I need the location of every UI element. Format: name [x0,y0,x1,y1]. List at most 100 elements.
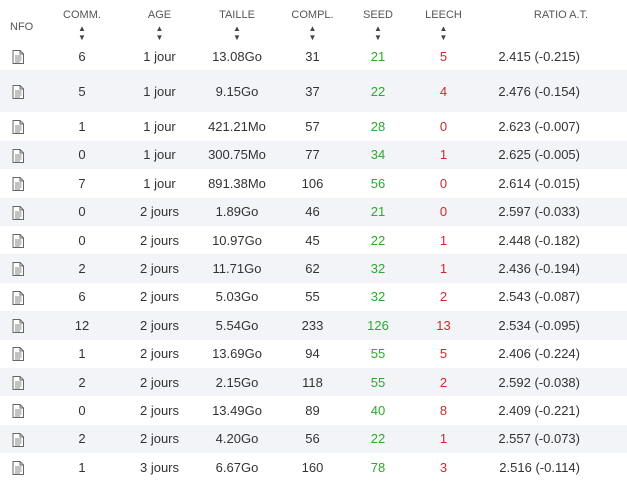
document-icon[interactable] [12,119,24,135]
comm-cell: 0 [78,232,86,248]
ratio-cell: 2.516 (-0.114) [499,459,580,475]
document-icon[interactable] [12,261,24,277]
comm-cell: 7 [78,175,86,191]
age-cell: 1 jour [143,175,176,191]
table-row[interactable]: 7 1 jour 891.38Mo 106 56 0 2.614 (-0.015) [0,169,627,197]
table-row[interactable]: 51 jour 9.15Go 37 22 4 2.476 (-0.154) [0,70,627,113]
document-icon[interactable] [12,459,24,476]
comm-cell: 0 [78,402,86,418]
comm-cell: 2 [38,424,126,454]
leech-cell: 0 [439,175,448,191]
comm-cell: 5 [38,70,126,113]
ratio-cell: 2.409 (-0.221) [498,402,580,418]
leech-cell: 8 [439,402,448,418]
compl-cell: 31 [305,48,320,64]
age-cell: 2 jours [126,424,193,454]
table-row[interactable]: 22 jours 11.71Go 62 32 1 2.436 (-0.194) [0,254,627,283]
sort-icon[interactable]: ▲ ▼ [412,24,475,42]
nfo-cell [0,169,38,197]
sort-icon[interactable]: ▲ ▼ [126,24,193,42]
seed-cell: 34 [344,140,412,170]
taille-cell: 10.97Go [212,232,262,248]
nfo-cell [0,112,38,140]
header-leech[interactable]: LEECH ▲ ▼ [412,0,475,42]
table-row[interactable]: 22 jours 4.20Go 56 22 1 2.557 (-0.073) [0,424,627,454]
nfo-cell [0,226,38,254]
sort-icon[interactable]: ▲ ▼ [281,24,344,42]
header-age[interactable]: AGE ▲ ▼ [126,0,193,42]
header-taille[interactable]: TAILLE ▲ ▼ [193,0,281,42]
sort-icon[interactable]: ▲ ▼ [344,24,412,42]
sort-icon[interactable]: ▲ ▼ [38,24,126,42]
age-cell: 2 jours [126,254,193,283]
comm-cell: 0 [38,197,126,226]
document-icon[interactable] [12,176,24,192]
leech-cell: 5 [439,48,448,64]
age-cell: 1 jour [143,119,176,135]
taille-cell: 13.49Go [212,402,262,418]
leech-cell: 1 [412,424,475,454]
table-row[interactable]: 02 jours 1.89Go 46 21 0 2.597 (-0.033) [0,197,627,226]
document-icon[interactable] [12,431,24,447]
torrent-rows: 61 jour 13.08Go 31 21 5 2.415 (-0.215) 5 1 jour… [0,42,627,481]
age-cell: 2 jours [139,346,180,362]
header-comm[interactable]: COMM. ▲ ▼ [38,0,126,42]
table-row[interactable]: 12 jours 13.69Go 94 55 5 2.406 (-0.224) [0,340,627,368]
ratio-cell: 2.436 (-0.194) [475,254,627,283]
table-row[interactable]: 1 1 jour 421.21Mo 57 28 0 2.623 (-0.007) [0,112,627,140]
seed-cell: 21 [344,197,412,226]
taille-cell: 13.69Go [212,346,262,362]
table-row[interactable]: 0 2 jours 10.97Go 45 22 1 2.448 (-0.182) [0,226,627,254]
leech-cell: 4 [412,70,475,113]
ratio-cell: 2.415 (-0.215) [498,48,580,64]
comm-cell: 6 [78,289,86,305]
nfo-cell [0,70,38,113]
document-icon[interactable] [12,48,24,64]
table-row[interactable]: 12 2 jours 5.54Go 233 126 13 2.534 (-0.095) [0,311,627,340]
seed-cell: 21 [370,48,386,64]
document-icon[interactable] [12,147,24,163]
document-icon[interactable] [12,232,24,248]
document-icon[interactable] [12,403,24,419]
table-row[interactable]: 01 jour 300.75Mo 77 34 1 2.625 (-0.005) [0,140,627,170]
table-row[interactable]: 6 2 jours 5.03Go 55 32 2 2.543 (-0.087) [0,283,627,311]
document-icon[interactable] [12,289,24,305]
compl-cell: 46 [281,197,344,226]
ratio-cell: 2.623 (-0.007) [498,119,580,135]
seed-cell: 22 [344,424,412,454]
header-nfo: NFO [10,21,34,33]
ratio-cell: 2.557 (-0.073) [475,424,627,454]
age-cell: 2 jours [139,232,180,248]
seed-cell: 56 [370,175,386,191]
taille-cell: 2.15Go [193,367,281,397]
compl-cell: 233 [281,311,344,340]
header-compl[interactable]: COMPL. ▲ ▼ [281,0,344,42]
leech-cell: 0 [412,197,475,226]
table-row[interactable]: 6 1 jour 13.08Go 31 21 5 2.415 (-0.215) [0,42,627,70]
document-icon[interactable] [12,374,24,390]
table-row[interactable]: 1 3 jours 6.67Go 160 78 3 2.516 (-0.114) [0,453,627,481]
sort-icon[interactable]: ▲ ▼ [193,24,281,42]
nfo-cell [0,396,38,424]
document-icon[interactable] [12,204,24,220]
taille-cell: 1.89Go [193,197,281,226]
header-seed[interactable]: SEED ▲ ▼ [344,0,412,42]
ratio-cell: 2.625 (-0.005) [475,140,627,170]
ratio-cell: 2.543 (-0.087) [498,289,580,305]
ratio-cell: 2.614 (-0.015) [498,175,580,191]
nfo-cell [0,254,38,283]
taille-cell: 5.54Go [193,311,281,340]
compl-cell: 77 [281,140,344,170]
seed-cell: 32 [344,254,412,283]
seed-cell: 55 [370,346,386,362]
nfo-cell [0,453,38,481]
age-cell: 2 jours [139,402,180,418]
compl-cell: 89 [305,402,320,418]
document-icon[interactable] [12,318,24,334]
document-icon[interactable] [12,346,24,362]
table-row[interactable]: 0 2 jours 13.49Go 89 40 8 2.409 (-0.221) [0,396,627,424]
table-row[interactable]: 22 jours 2.15Go 118 55 2 2.592 (-0.038) [0,367,627,397]
age-cell: 2 jours [126,367,193,397]
comm-cell: 1 [78,459,86,475]
document-icon[interactable] [12,84,24,100]
